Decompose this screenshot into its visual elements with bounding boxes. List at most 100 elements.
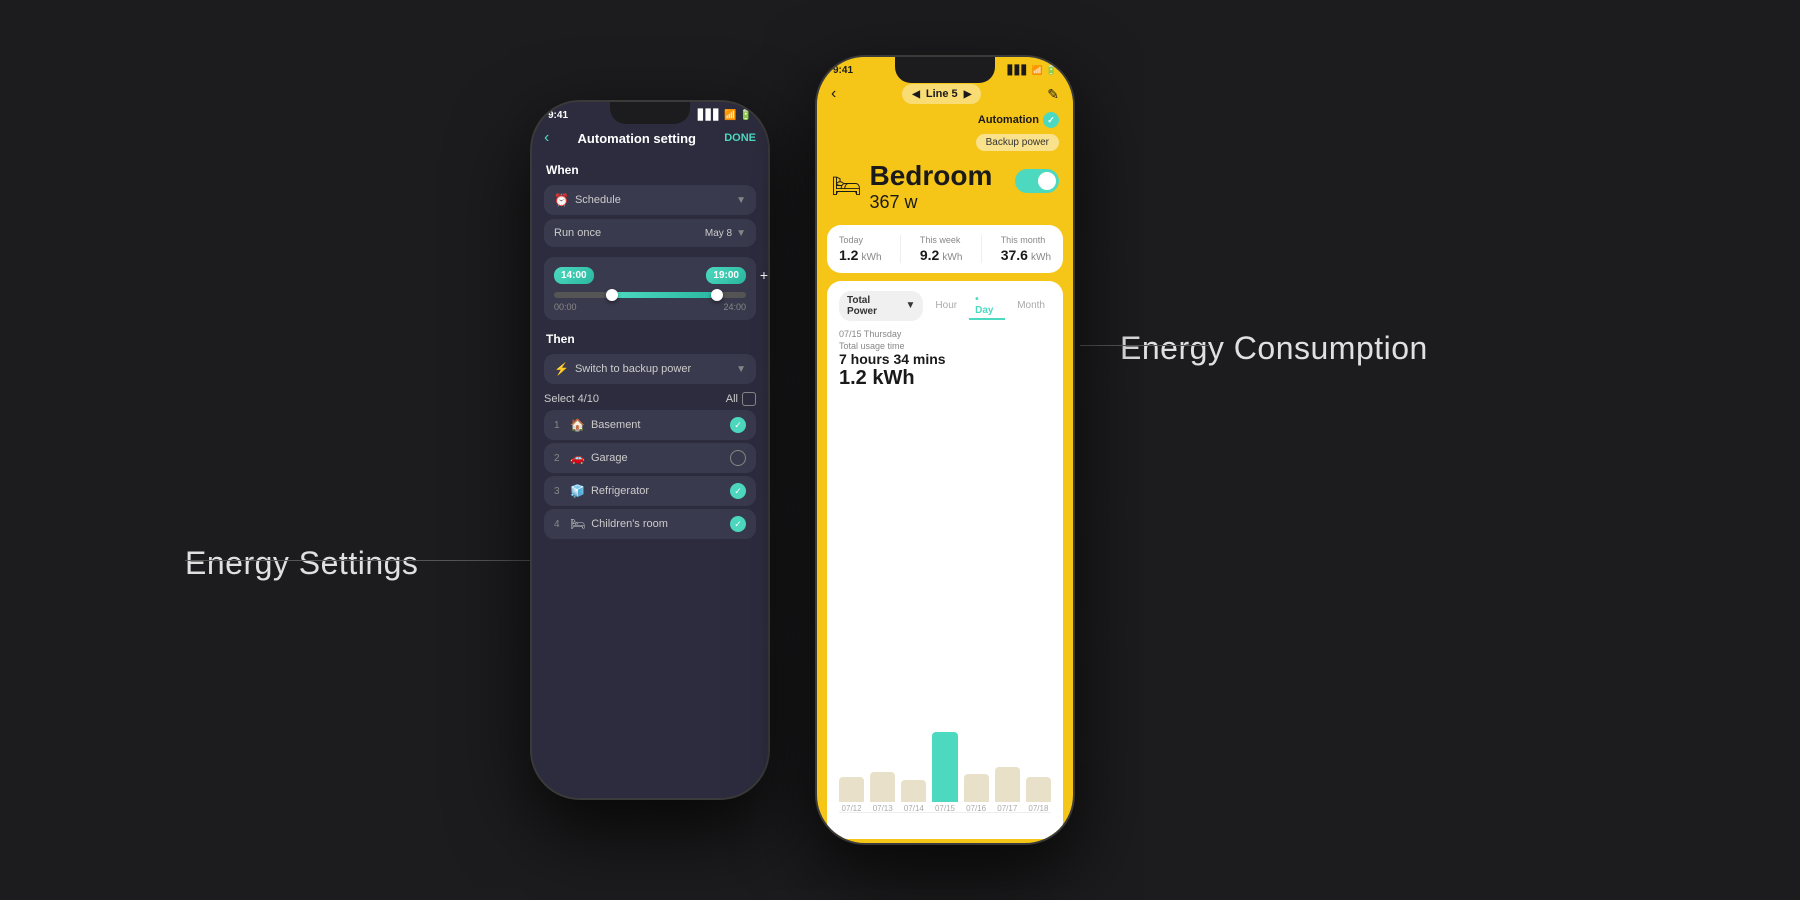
signal-icon: ▋▋▋ — [698, 110, 721, 121]
schedule-dropdown-left: ⏰ Schedule — [554, 193, 621, 207]
backup-badge: Backup power — [976, 134, 1059, 151]
left-phone: 9:41 ▋▋▋ 📶 🔋 ‹ Automation setting DONE W… — [530, 100, 770, 800]
childrens-room-icon: 🛏 — [570, 517, 585, 531]
power-dropdown[interactable]: Total Power ▼ — [839, 291, 923, 321]
chart-container: Total Power ▼ Hour • Day Month 07/15 Thu… — [827, 281, 1063, 839]
backup-left: ⚡ Switch to backup power — [554, 362, 691, 376]
chevron-down-icon-2: ▼ — [736, 228, 746, 239]
item-name-2: Garage — [591, 452, 628, 464]
all-checkbox-box[interactable] — [742, 392, 756, 406]
connector-line-settings — [185, 560, 555, 561]
month-value: 37.6 kWh — [1001, 247, 1051, 263]
check-circle-3[interactable]: ✓ — [730, 483, 746, 499]
usage-label: Total usage time — [839, 341, 1051, 351]
line-selector[interactable]: ◀ Line 5 ▶ — [902, 84, 981, 104]
list-item[interactable]: 3 🧊 Refrigerator ✓ — [544, 476, 756, 506]
energy-settings-label: Energy Settings — [185, 545, 418, 582]
date-value: May 8 — [705, 228, 732, 239]
slider-thumb-right[interactable] — [711, 289, 723, 301]
status-time-left: 9:41 — [548, 110, 568, 121]
arrow-right-icon[interactable]: ▶ — [964, 89, 972, 100]
chart-controls: Total Power ▼ Hour • Day Month — [839, 291, 1051, 321]
power-toggle[interactable] — [1015, 169, 1059, 193]
item-number-1: 1 — [554, 420, 564, 431]
time-label-start: 00:00 — [554, 302, 577, 312]
chart-date: 07/15 Thursday — [839, 329, 1051, 339]
bar-group-7: 07/18 — [1026, 777, 1051, 813]
stat-month: This month 37.6 kWh — [1001, 235, 1051, 263]
time-label-end: 24:00 — [723, 302, 746, 312]
backup-action-row[interactable]: ⚡ Switch to backup power ▼ — [544, 354, 756, 384]
back-button-right[interactable]: ‹ — [831, 85, 836, 103]
automation-badge-area: Automation ✓ — [817, 112, 1073, 134]
check-circle-1[interactable]: ✓ — [730, 417, 746, 433]
backup-badge-area: Backup power — [817, 134, 1073, 155]
dropdown-arrow-icon: ▼ — [906, 300, 916, 311]
item-number-2: 2 — [554, 453, 564, 464]
bar-3 — [901, 780, 926, 802]
run-once-label: Run once — [554, 227, 601, 239]
list-item[interactable]: 1 🏠 Basement ✓ — [544, 410, 756, 440]
connector-line-consumption — [1080, 345, 1210, 346]
automation-header: ‹ Automation setting DONE — [532, 125, 768, 157]
time-slider-container[interactable]: 14:00 19:00 + 00:00 24:00 — [544, 257, 756, 320]
watt-label: 367 w — [869, 192, 992, 213]
right-phone-content: 9:41 ▋▋▋ 📶 🔋 ‹ ◀ Line 5 ▶ ✎ Automation ✓ — [817, 57, 1073, 843]
wifi-icon: 📶 — [724, 110, 736, 121]
slider-thumb-left[interactable] — [606, 289, 618, 301]
bar-2 — [870, 772, 895, 802]
energy-header: ‹ ◀ Line 5 ▶ ✎ — [817, 80, 1073, 112]
empty-circle-2[interactable] — [730, 450, 746, 466]
bedroom-info: Bedroom 367 w — [869, 161, 992, 213]
schedule-dropdown[interactable]: ⏰ Schedule ▼ — [544, 185, 756, 215]
automation-text: Automation — [978, 114, 1039, 126]
list-item[interactable]: 2 🚗 Garage — [544, 443, 756, 473]
time-end-bubble: 19:00 — [706, 267, 746, 284]
time-labels: 00:00 24:00 — [554, 302, 746, 312]
month-label: This month — [1001, 235, 1051, 245]
tab-day[interactable]: • Day — [969, 292, 1005, 320]
bar-group-2: 07/13 — [870, 772, 895, 813]
power-label: Total Power — [847, 295, 902, 317]
automation-badge: Automation ✓ — [978, 112, 1059, 128]
slider-track[interactable] — [554, 292, 746, 298]
select-count-label: Select 4/10 — [544, 393, 599, 405]
bar-6 — [995, 767, 1020, 802]
all-checkbox[interactable]: All — [726, 392, 756, 406]
basement-icon: 🏠 — [570, 418, 585, 432]
bar-group-5: 07/16 — [964, 774, 989, 813]
bar-4-active — [932, 732, 957, 802]
edit-icon[interactable]: ✎ — [1047, 86, 1059, 103]
bed-icon: 🛏 — [831, 172, 861, 201]
status-time-right: 9:41 — [833, 65, 853, 76]
time-start-bubble: 14:00 — [554, 267, 594, 284]
line-label: Line 5 — [926, 88, 958, 100]
x-axis-line — [839, 812, 1051, 813]
item-name-1: Basement — [591, 419, 641, 431]
tab-hour[interactable]: Hour — [929, 298, 963, 313]
battery-icon-r: 🔋 — [1046, 65, 1057, 76]
watt-value: 367 — [869, 192, 899, 212]
phone-notch-right — [895, 57, 995, 83]
bar-group-1: 07/12 — [839, 777, 864, 813]
check-circle-4[interactable]: ✓ — [730, 516, 746, 532]
battery-icon: 🔋 — [740, 110, 752, 121]
stat-today: Today 1.2 kWh — [839, 235, 882, 263]
then-label: Then — [532, 324, 768, 350]
run-once-dropdown[interactable]: Run once May 8 ▼ — [544, 219, 756, 247]
list-item-left-4: 4 🛏 Children's room — [554, 517, 668, 531]
right-phone: 9:41 ▋▋▋ 📶 🔋 ‹ ◀ Line 5 ▶ ✎ Automation ✓ — [815, 55, 1075, 845]
add-time-button[interactable]: + — [760, 267, 768, 283]
date-badge: May 8 ▼ — [705, 228, 746, 239]
bedroom-title: Bedroom — [869, 161, 992, 192]
arrow-left-icon[interactable]: ◀ — [912, 89, 920, 100]
tab-month[interactable]: Month — [1011, 298, 1051, 313]
list-item[interactable]: 4 🛏 Children's room ✓ — [544, 509, 756, 539]
refrigerator-icon: 🧊 — [570, 484, 585, 498]
slider-fill — [612, 292, 718, 298]
backup-action-label: Switch to backup power — [575, 363, 691, 375]
usage-kwh: 1.2 kWh — [839, 367, 1051, 390]
automation-check: ✓ — [1043, 112, 1059, 128]
done-button[interactable]: DONE — [724, 132, 756, 144]
left-phone-content: 9:41 ▋▋▋ 📶 🔋 ‹ Automation setting DONE W… — [532, 102, 768, 798]
